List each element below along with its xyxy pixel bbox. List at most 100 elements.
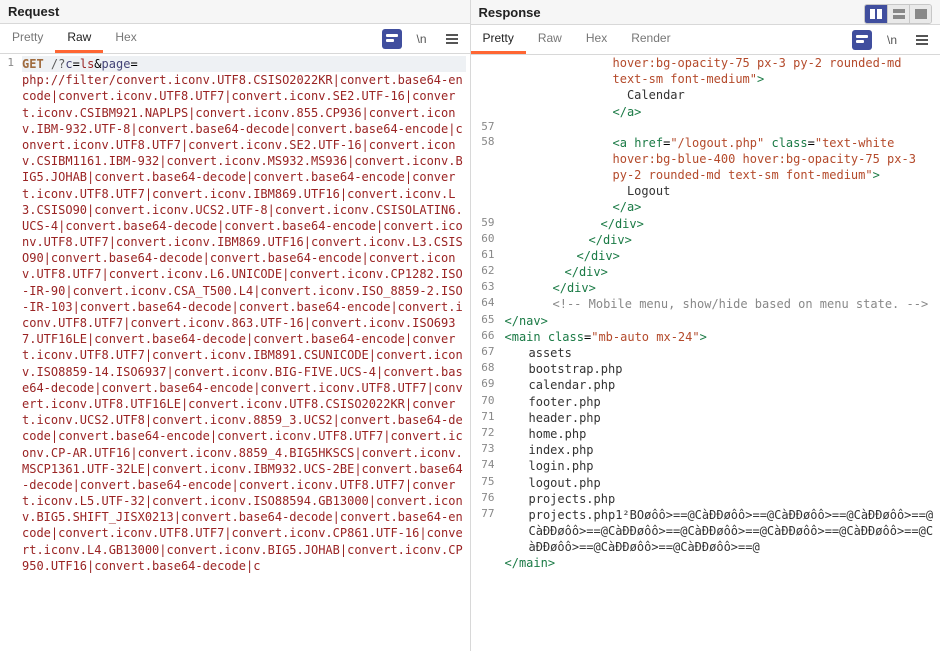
code-cell[interactable]: assets	[505, 345, 940, 361]
request-tabs: PrettyRawHex	[0, 24, 149, 53]
code-cell[interactable]: </div>	[505, 264, 940, 280]
response-line: 77projects.php1²BOøôô>==@CàÐĐøôô>==@CàÐĐ…	[471, 507, 940, 556]
code-cell[interactable]: bootstrap.php	[505, 361, 940, 377]
line-number: 58	[471, 135, 505, 184]
response-line: 66<main class="mb-auto mx-24">	[471, 329, 940, 345]
response-line: 59</div>	[471, 216, 940, 232]
wrap-toggle-icon[interactable]: \n	[882, 30, 902, 50]
code-cell[interactable]: <a href="/logout.php" class="text-white …	[505, 135, 940, 184]
line-number: 75	[471, 475, 505, 491]
request-tabs-bar: PrettyRawHex \n	[0, 24, 470, 54]
tab-raw[interactable]: Raw	[526, 25, 574, 54]
response-line: 62</div>	[471, 264, 940, 280]
code-cell[interactable]: </nav>	[505, 313, 940, 329]
code-cell[interactable]: header.php	[505, 410, 940, 426]
response-line: 57	[471, 120, 940, 135]
code-cell[interactable]: </a>	[505, 199, 940, 215]
line-number: 74	[471, 458, 505, 474]
hamburger-icon[interactable]	[442, 29, 462, 49]
response-line: </a>	[471, 199, 940, 215]
response-line: 60</div>	[471, 232, 940, 248]
code-cell[interactable]: </div>	[505, 216, 940, 232]
view-vertical-icon[interactable]	[865, 5, 887, 23]
code-cell[interactable]: home.php	[505, 426, 940, 442]
response-body[interactable]: hover:bg-opacity-75 px-3 py-2 rounded-md…	[471, 55, 940, 651]
tab-pretty[interactable]: Pretty	[471, 25, 526, 54]
line-number: 57	[471, 120, 505, 135]
request-title: Request	[8, 4, 59, 23]
response-header: Response	[471, 0, 940, 25]
code-cell[interactable]: index.php	[505, 442, 940, 458]
response-line: 71header.php	[471, 410, 940, 426]
response-header-actions	[864, 4, 932, 24]
response-title: Response	[479, 5, 541, 24]
code-cell[interactable]: </div>	[505, 248, 940, 264]
view-single-icon[interactable]	[909, 5, 931, 23]
line-number: 59	[471, 216, 505, 232]
code-cell[interactable]: Calendar	[505, 87, 940, 103]
response-line: 69calendar.php	[471, 377, 940, 393]
line-number: 68	[471, 361, 505, 377]
line-number	[471, 183, 505, 199]
response-tabs: PrettyRawHexRender	[471, 25, 683, 54]
response-line: 64<!-- Mobile menu, show/hide based on m…	[471, 296, 940, 312]
response-line: 68bootstrap.php	[471, 361, 940, 377]
line-number: 62	[471, 264, 505, 280]
tab-hex[interactable]: Hex	[574, 25, 619, 54]
response-line: Logout	[471, 183, 940, 199]
code-cell[interactable]	[505, 120, 940, 135]
response-line: 75logout.php	[471, 475, 940, 491]
line-number	[471, 555, 505, 571]
response-actions-icon[interactable]	[852, 30, 872, 50]
response-lines: hover:bg-opacity-75 px-3 py-2 rounded-md…	[471, 55, 940, 572]
request-actions-icon[interactable]	[382, 29, 402, 49]
wrap-toggle-icon[interactable]: \n	[412, 29, 432, 49]
tab-hex[interactable]: Hex	[103, 24, 148, 53]
tab-render[interactable]: Render	[619, 25, 682, 54]
line-number: 64	[471, 296, 505, 312]
code-cell[interactable]: </div>	[505, 280, 940, 296]
response-line: </a>	[471, 104, 940, 120]
code-cell[interactable]: </main>	[505, 555, 940, 571]
hamburger-icon[interactable]	[912, 30, 932, 50]
line-number: 61	[471, 248, 505, 264]
tab-raw[interactable]: Raw	[55, 24, 103, 53]
response-tabs-bar: PrettyRawHexRender \n	[471, 25, 940, 55]
request-content[interactable]: GET /?c=ls&page= php://filter/convert.ic…	[18, 54, 470, 574]
request-first-line: GET /?c=ls&page=	[22, 56, 466, 72]
tab-pretty[interactable]: Pretty	[0, 24, 55, 53]
app-root: Request PrettyRawHex \n 1 GET /?c=l	[0, 0, 940, 651]
request-panel: Request PrettyRawHex \n 1 GET /?c=l	[0, 0, 471, 651]
response-line: 65</nav>	[471, 313, 940, 329]
code-cell[interactable]: login.php	[505, 458, 940, 474]
code-cell[interactable]: calendar.php	[505, 377, 940, 393]
line-number: 69	[471, 377, 505, 393]
request-body[interactable]: 1 GET /?c=ls&page= php://filter/convert.…	[0, 54, 470, 651]
response-line: 58<a href="/logout.php" class="text-whit…	[471, 135, 940, 184]
line-number: 76	[471, 491, 505, 507]
response-line: 73index.php	[471, 442, 940, 458]
response-line: </main>	[471, 555, 940, 571]
response-line: 74login.php	[471, 458, 940, 474]
line-number: 71	[471, 410, 505, 426]
code-cell[interactable]: <!-- Mobile menu, show/hide based on men…	[505, 296, 940, 312]
http-method: GET	[22, 57, 44, 71]
code-cell[interactable]: </a>	[505, 104, 940, 120]
code-cell[interactable]: projects.php	[505, 491, 940, 507]
code-cell[interactable]: </div>	[505, 232, 940, 248]
line-number: 60	[471, 232, 505, 248]
line-number	[471, 87, 505, 103]
response-line: 67assets	[471, 345, 940, 361]
code-cell[interactable]: <main class="mb-auto mx-24">	[505, 329, 940, 345]
code-cell[interactable]: Logout	[505, 183, 940, 199]
request-path-prefix: /?	[51, 57, 65, 71]
response-line: Calendar	[471, 87, 940, 103]
request-payload: php://filter/convert.iconv.UTF8.CSISO202…	[22, 73, 463, 573]
code-cell[interactable]: footer.php	[505, 394, 940, 410]
request-header: Request	[0, 0, 470, 24]
code-cell[interactable]: logout.php	[505, 475, 940, 491]
code-cell[interactable]: projects.php1²BOøôô>==@CàÐĐøôô>==@CàÐĐøô…	[505, 507, 940, 556]
code-cell[interactable]: hover:bg-opacity-75 px-3 py-2 rounded-md…	[505, 55, 940, 87]
view-horizontal-icon[interactable]	[887, 5, 909, 23]
response-tab-actions: \n	[852, 30, 940, 50]
